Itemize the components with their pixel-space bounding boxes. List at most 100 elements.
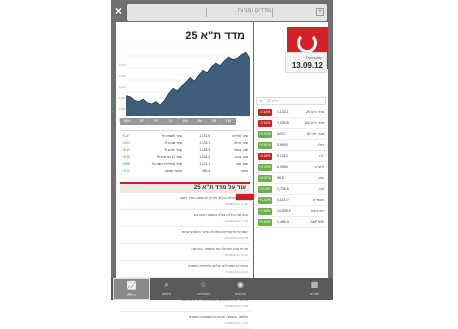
tab-1w[interactable]: 1W (221, 118, 236, 125)
nav-label: חיפוש (148, 291, 185, 297)
y-axis-labels: 114011301120111011001090 (119, 60, 126, 126)
market-name: נאסד"ק (313, 197, 324, 204)
stat-change: +8.25 (122, 154, 130, 160)
y-tick-label: 1130 (119, 71, 126, 82)
market-row[interactable]: -0.18%5.1010יורו (256, 152, 326, 162)
y-tick-label: 1100 (119, 104, 126, 115)
data-point (215, 63, 216, 64)
nav-rss[interactable]: ◉עדכונים (222, 278, 259, 300)
data-point (181, 86, 182, 87)
market-row[interactable]: +0.37%96.8נפט (256, 174, 326, 184)
market-row[interactable]: -0.16%1,009.8מדד ת"א 100 (256, 119, 326, 129)
news-header: עוד על מדד ת"א 25 (120, 182, 250, 193)
add-icon[interactable]: + (316, 8, 324, 16)
news-date: 13/09/2012 17:30 (225, 202, 248, 206)
header-title: מדדים ומניות (238, 8, 271, 14)
date-box: Thursday 13.09.12 (285, 52, 327, 73)
stat-value: 1,133.3 (199, 147, 210, 153)
news-headline: המדדים המובילים עולים בפתיחת המסחר (188, 264, 248, 268)
main-panel: מדד ת"א 25 114011301120111011001090 MAX5… (116, 22, 253, 278)
stat-label: % שינוי 12 חודשים (157, 154, 182, 160)
tab-6m[interactable]: 6M (178, 118, 193, 125)
news-date: 12/09/2012 17:28 (225, 304, 248, 308)
data-point (198, 75, 199, 76)
stats-row: שער בסיס1,133.3% שינוי חודש+6.12 (120, 147, 250, 153)
data-point (151, 104, 152, 105)
tab-max[interactable]: MAX (120, 118, 135, 125)
market-value: 6.3954 (277, 164, 288, 171)
stat-label: שער נעילה (234, 140, 248, 146)
close-icon[interactable]: × (115, 5, 122, 17)
y-tick-label: 1110 (119, 93, 126, 104)
market-row[interactable]: +0.20%6.3954ליש"ט (256, 163, 326, 173)
tab-3m[interactable]: 3M (192, 118, 207, 125)
tab-1y[interactable]: 1Y (163, 118, 178, 125)
news-item[interactable]: המניות הדואליות נסחרות בפער מהארביטראז' 1… (120, 228, 250, 244)
stat-label: % שינוי שבוע (164, 140, 182, 146)
stat-change: +1.67 (122, 133, 130, 139)
market-row[interactable]: -0.14%1,133.1מדד ת"א 25 (256, 108, 326, 118)
news-date: 12/09/2012 12:10 (225, 321, 248, 325)
grid-icon: ▦ (296, 278, 333, 291)
stat-value: 1,144.3 (199, 154, 210, 160)
market-name: דאו ג'ונס (311, 208, 324, 215)
news-date: 13/09/2012 16:05 (225, 236, 248, 240)
index-chart[interactable] (126, 44, 250, 116)
stats-row: שער נמוך1,121.1% שינוי מתחילת השנה+5.85 (120, 161, 250, 167)
market-row[interactable]: +0.22% 423.7 מדד יתר 50 (256, 130, 326, 140)
change-badge: +0.22% (258, 131, 272, 138)
y-tick-label: 1120 (119, 82, 126, 93)
nav-grid[interactable]: ▦תפריט (296, 278, 333, 300)
news-item[interactable]: המדדים המובילים עולים בפתיחת המסחר 13/09/… (120, 262, 250, 278)
data-point (164, 100, 165, 101)
market-row[interactable]: +1.02%3,114.0נאסד"ק (256, 196, 326, 206)
change-badge: +0.61% (258, 142, 272, 149)
market-row[interactable]: +1.63%1,459.9S&P 500 (256, 218, 326, 228)
news-date: 13/09/2012 10:12 (225, 270, 248, 274)
market-name: מדד יתר 50 (307, 131, 324, 138)
news-item[interactable]: מניית טבע מובילה את המסחר בבורסה13/09/20… (120, 245, 250, 261)
stat-label: % שינוי תשואה (162, 133, 182, 139)
stats-row: שער נעילה1,133.1% שינוי שבוע+4.01 (120, 140, 250, 146)
market-value: 3.9600 (277, 142, 288, 149)
nav-label: עוד (111, 291, 148, 297)
data-point (147, 102, 148, 103)
data-point (156, 101, 157, 102)
stat-label: מחזור ממוצע (164, 168, 182, 174)
tab-1m[interactable]: 1M (206, 118, 221, 125)
stats-row: שער פתיחה1,131.5% שינוי תשואה+1.67 (120, 133, 250, 139)
data-point (241, 54, 242, 55)
news-headline: המניות הדואליות נסחרות בפער מהארביטראז' (182, 230, 248, 234)
stat-label: שער בסיס (234, 147, 248, 153)
nav-search[interactable]: ⌕חיפוש (148, 278, 185, 300)
stat-label: % שינוי מתחילת השנה (152, 161, 182, 167)
market-value: 1,736.5 (277, 186, 289, 193)
data-point (220, 65, 221, 66)
star-icon: ☆ (185, 278, 222, 291)
stat-label: מחזור (240, 168, 248, 174)
tab-5y[interactable]: 5Y (134, 118, 149, 125)
stat-change: +6.12 (122, 147, 130, 153)
data-point (194, 81, 195, 82)
market-row[interactable]: +1.55%13,539.9דאו ג'ונס (256, 207, 326, 217)
market-row[interactable]: +0.61%3.9600דולר (256, 141, 326, 151)
day-label: Thursday (305, 55, 322, 60)
index-select[interactable]: ▾ת"א 25 (256, 97, 326, 105)
data-point (130, 96, 131, 97)
data-point (143, 99, 144, 100)
market-row[interactable]: +1.1%1,736.5זהב (256, 185, 326, 195)
change-badge: +1.02% (258, 197, 272, 204)
tab-3y[interactable]: 3Y (149, 118, 164, 125)
nav-info[interactable]: ?עוד (111, 278, 148, 300)
news-item[interactable]: ירידות בנעילה בת"א; מניית לבינסקי-עופר ז… (120, 194, 250, 210)
market-value: 5.1010 (277, 153, 288, 160)
news-item[interactable]: הלוואי: המגמה החיובית ממשיכה במסחר12/09/… (120, 313, 250, 329)
change-badge: +1.63% (258, 219, 272, 226)
data-point (138, 101, 139, 102)
stat-value: 1,133.1 (199, 140, 210, 146)
news-item[interactable]: הבורסה בת"א ננעלה במגמה מעורבת13/09/2012… (120, 211, 250, 227)
market-value: 423.7 (277, 131, 286, 138)
nav-star[interactable]: ☆מועדפים (185, 278, 222, 300)
change-badge: -0.14% (258, 109, 272, 116)
stat-label: שער פתיחה (232, 133, 248, 139)
